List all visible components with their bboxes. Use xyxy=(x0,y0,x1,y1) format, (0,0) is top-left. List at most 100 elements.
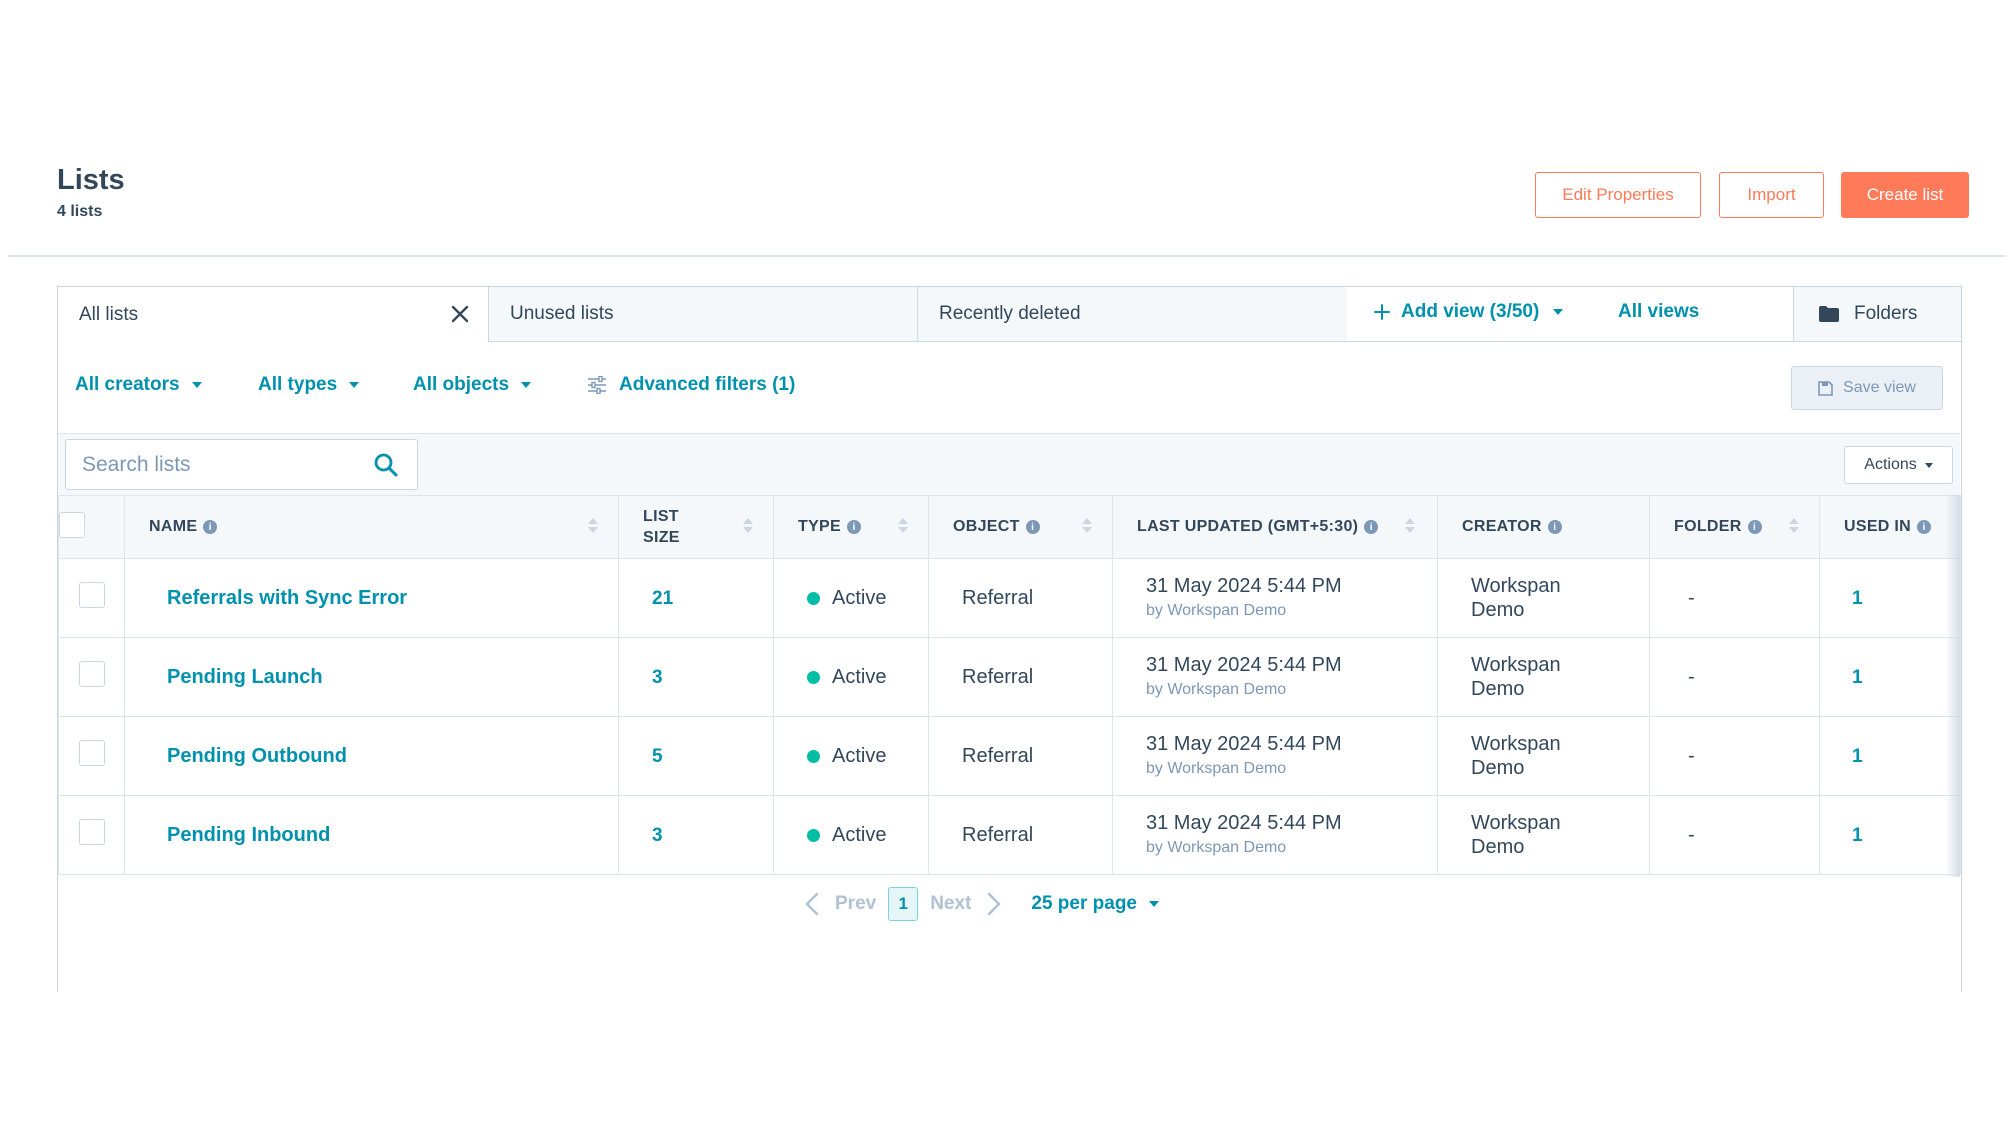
creator-name: Demo xyxy=(1471,599,1525,621)
folder-value: - xyxy=(1688,586,1695,609)
col-list-size[interactable]: LIST SIZE xyxy=(618,495,774,559)
search-placeholder: Search lists xyxy=(82,452,191,476)
all-views-link[interactable]: All views xyxy=(1618,301,1699,323)
search-icon[interactable] xyxy=(373,452,399,478)
last-updated-by: by Workspan Demo xyxy=(1146,681,1287,698)
current-page[interactable]: 1 xyxy=(888,887,919,921)
table-row: Pending Launch 3 Active Referral 31 May … xyxy=(58,637,1961,717)
caret-down-icon xyxy=(1553,309,1564,315)
status-label: Active xyxy=(832,823,887,846)
status-dot xyxy=(807,828,820,842)
col-name[interactable]: NAME i xyxy=(124,495,619,559)
prev-page-button[interactable]: Prev xyxy=(805,892,876,916)
create-list-button[interactable]: Create list xyxy=(1841,172,1969,218)
filter-label: Advanced filters (1) xyxy=(619,374,796,395)
row-checkbox[interactable] xyxy=(78,661,105,687)
folders-button[interactable]: Folders xyxy=(1793,286,1962,342)
horizontal-scroll-shadow xyxy=(1945,495,1960,877)
chevron-left-icon xyxy=(805,892,819,916)
sort-icon[interactable] xyxy=(743,518,753,533)
tab-label: All lists xyxy=(79,303,139,325)
used-in-link[interactable]: 1 xyxy=(1852,667,1863,688)
save-view-button[interactable]: Save view xyxy=(1791,366,1943,410)
status-badge: Active xyxy=(807,587,928,610)
list-size-link[interactable]: 5 xyxy=(652,746,663,767)
actions-label: Actions xyxy=(1864,456,1917,473)
add-view-label: Add view (3/50) xyxy=(1401,301,1540,322)
folder-icon xyxy=(1819,306,1839,322)
col-folder[interactable]: FOLDER i xyxy=(1649,495,1820,559)
tab-unused-lists[interactable]: Unused lists xyxy=(488,286,918,342)
info-icon[interactable]: i xyxy=(203,520,218,534)
list-name-link[interactable]: Referrals with Sync Error xyxy=(158,587,407,610)
folder-value: - xyxy=(1688,665,1695,688)
tab-recently-deleted[interactable]: Recently deleted xyxy=(917,286,1348,342)
tab-all-lists[interactable]: All lists xyxy=(57,286,489,342)
last-updated-date: 31 May 2024 5:44 PM xyxy=(1146,575,1342,597)
row-checkbox[interactable] xyxy=(78,740,105,766)
header-divider xyxy=(8,255,2006,257)
col-type[interactable]: TYPE i xyxy=(773,495,929,559)
import-button[interactable]: Import xyxy=(1719,172,1824,218)
save-view-label: Save view xyxy=(1843,379,1916,396)
per-page-dropdown[interactable]: 25 per page xyxy=(1031,893,1159,915)
col-label: LIST xyxy=(643,508,679,525)
used-in-link[interactable]: 1 xyxy=(1852,746,1863,767)
sort-icon[interactable] xyxy=(588,518,598,533)
filter-all-types[interactable]: All types xyxy=(258,374,360,396)
search-input[interactable]: Search lists xyxy=(65,439,418,490)
next-page-button[interactable]: Next xyxy=(930,892,1001,916)
add-view-button[interactable]: Add view (3/50) xyxy=(1373,301,1564,323)
select-all-checkbox[interactable] xyxy=(59,511,85,538)
table-row: Pending Outbound 5 Active Referral 31 Ma… xyxy=(58,716,1961,796)
info-icon[interactable]: i xyxy=(1917,520,1931,534)
col-creator[interactable]: CREATOR i xyxy=(1437,495,1650,559)
col-label: OBJECT xyxy=(953,518,1020,535)
last-updated-date: 31 May 2024 5:44 PM xyxy=(1146,812,1342,834)
object-type: Referral xyxy=(962,823,1034,846)
col-last-updated[interactable]: LAST UPDATED (GMT+5:30) i xyxy=(1112,495,1438,559)
creator-name: Workspan xyxy=(1471,575,1561,597)
close-icon[interactable] xyxy=(448,302,472,326)
per-page-label: 25 per page xyxy=(1031,893,1137,914)
sort-icon[interactable] xyxy=(1405,518,1415,533)
row-select-cell xyxy=(58,716,125,796)
advanced-filters-button[interactable]: Advanced filters (1) xyxy=(587,374,795,396)
info-icon[interactable]: i xyxy=(1747,520,1762,534)
sort-icon[interactable] xyxy=(898,518,908,533)
sort-icon[interactable] xyxy=(1082,518,1092,533)
col-label: FOLDER xyxy=(1674,518,1742,535)
sliders-icon xyxy=(588,376,606,394)
col-object[interactable]: OBJECT i xyxy=(928,495,1113,559)
col-label: NAME xyxy=(149,518,198,535)
edit-properties-button[interactable]: Edit Properties xyxy=(1535,172,1701,218)
info-icon[interactable]: i xyxy=(1025,520,1040,534)
list-name-link[interactable]: Pending Outbound xyxy=(158,745,347,768)
caret-down-icon xyxy=(191,382,202,388)
sort-icon[interactable] xyxy=(1789,518,1799,533)
list-name-link[interactable]: Pending Inbound xyxy=(158,824,330,847)
list-size-link[interactable]: 3 xyxy=(652,667,663,688)
status-dot xyxy=(807,749,820,763)
list-size-link[interactable]: 3 xyxy=(652,825,663,846)
info-icon[interactable]: i xyxy=(847,520,861,534)
info-icon[interactable]: i xyxy=(1364,520,1379,534)
filter-all-objects[interactable]: All objects xyxy=(413,374,532,396)
row-checkbox[interactable] xyxy=(78,819,105,845)
filter-label: All objects xyxy=(413,374,510,395)
list-size-link[interactable]: 21 xyxy=(652,588,673,609)
row-checkbox[interactable] xyxy=(78,582,105,608)
page-title: Lists xyxy=(57,164,125,196)
used-in-link[interactable]: 1 xyxy=(1852,825,1863,846)
actions-dropdown[interactable]: Actions xyxy=(1844,446,1953,484)
col-used-in[interactable]: USED IN i xyxy=(1819,495,1961,559)
plus-icon xyxy=(1374,304,1390,320)
list-name-link[interactable]: Pending Launch xyxy=(158,666,323,689)
filter-all-creators[interactable]: All creators xyxy=(75,374,202,396)
info-icon[interactable]: i xyxy=(1547,520,1562,534)
object-type: Referral xyxy=(962,586,1034,609)
status-badge: Active xyxy=(807,745,928,768)
used-in-link[interactable]: 1 xyxy=(1852,588,1863,609)
caret-down-icon xyxy=(1924,462,1933,468)
folder-value: - xyxy=(1688,744,1695,767)
